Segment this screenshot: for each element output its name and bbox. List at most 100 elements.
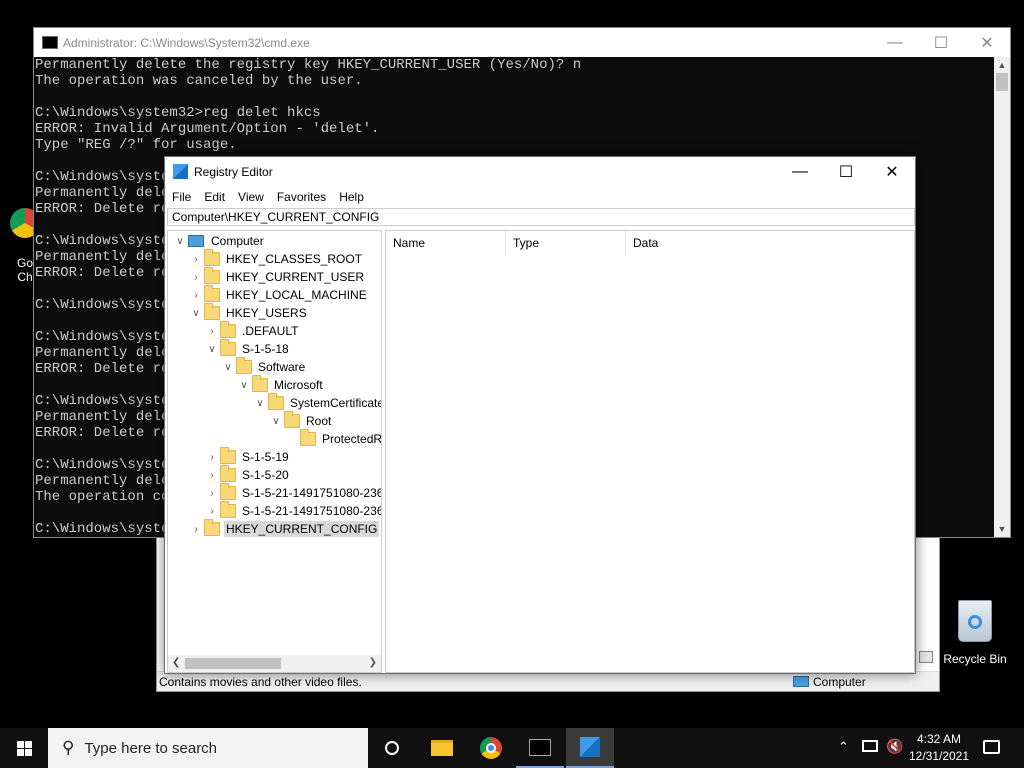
folder-icon [204, 519, 220, 536]
tree-node-label: Root [306, 414, 332, 428]
expanded-chevron-icon[interactable]: ∨ [188, 308, 204, 319]
tree-node[interactable]: ∨ Software [220, 357, 307, 376]
cmd-scrollbar[interactable]: ▲ ▼ [994, 57, 1010, 537]
tree-node[interactable]: ∨ HKEY_USERS [188, 303, 309, 322]
tree-node[interactable]: ∨ S-1-5-18 [204, 339, 291, 358]
folder-icon [220, 339, 236, 356]
menu-help[interactable]: Help [339, 190, 364, 204]
chevron-up-icon[interactable]: ⌃ [838, 739, 849, 755]
tree-node[interactable]: › .DEFAULT [204, 321, 300, 340]
collapsed-chevron-icon[interactable]: › [204, 326, 220, 337]
tree-node-label: HKEY_CURRENT_CONFIG [224, 521, 380, 537]
scroll-left-icon[interactable]: ❮ [172, 657, 180, 668]
tree-node-label: HKEY_CURRENT_USER [226, 270, 365, 284]
search-placeholder: Type here to search [84, 739, 218, 757]
chrome-icon [480, 737, 502, 759]
regedit-icon [173, 164, 188, 179]
regedit-maximize-button[interactable]: ☐ [823, 157, 869, 186]
tree-node[interactable]: › HKEY_CURRENT_USER [188, 267, 366, 286]
expanded-chevron-icon[interactable]: ∨ [204, 344, 220, 355]
expanded-chevron-icon[interactable]: ∨ [220, 362, 236, 373]
folder-icon [300, 429, 316, 446]
scroll-up-icon[interactable]: ▲ [994, 57, 1010, 73]
tree-node[interactable]: › HKEY_CLASSES_ROOT [188, 249, 364, 268]
collapsed-chevron-icon[interactable]: › [188, 524, 204, 535]
clock[interactable]: 4:32 AM 12/31/2021 [906, 731, 972, 765]
values-list-header: Name Type Data [386, 230, 914, 255]
recycle-bin-desktop-icon[interactable]: Recycle Bin [940, 600, 1010, 666]
tree-node[interactable]: › S-1-5-21-1491751080-2360 [204, 501, 381, 520]
taskbar-file-explorer[interactable] [418, 728, 466, 768]
tree-node[interactable]: › HKEY_CURRENT_CONFIG [188, 519, 380, 538]
address-bar[interactable]: Computer\HKEY_CURRENT_CONFIG [167, 208, 915, 226]
collapsed-chevron-icon[interactable]: › [204, 452, 220, 463]
expanded-chevron-icon[interactable]: ∨ [236, 380, 252, 391]
collapsed-chevron-icon[interactable]: › [188, 290, 204, 301]
regedit-close-button[interactable]: ✕ [869, 157, 915, 186]
regedit-minimize-button[interactable]: — [777, 157, 823, 186]
volume-muted-icon[interactable]: 🔇 [886, 738, 903, 755]
column-type[interactable]: Type [506, 230, 626, 255]
tree-node[interactable]: › S-1-5-21-1491751080-2360 [204, 483, 381, 502]
regedit-menubar: File Edit View Favorites Help [165, 186, 915, 208]
tree-hscrollbar[interactable]: ❮ ❯ [168, 655, 381, 672]
tree-node[interactable]: ProtectedRoots [284, 429, 381, 448]
menu-edit[interactable]: Edit [204, 190, 225, 204]
registry-editor-window[interactable]: Registry Editor — ☐ ✕ File Edit View Fav… [164, 156, 916, 674]
column-data[interactable]: Data [626, 231, 914, 255]
cmd-maximize-button[interactable]: ☐ [918, 28, 964, 57]
taskbar-cmd[interactable] [516, 728, 564, 768]
taskbar-regedit[interactable] [566, 728, 614, 768]
tree-hscroll-thumb[interactable] [185, 658, 281, 669]
task-view-icon [385, 741, 399, 755]
expanded-chevron-icon[interactable]: ∨ [172, 236, 188, 247]
taskbar-search-box[interactable]: ⚲ Type here to search [48, 728, 368, 768]
folder-icon [204, 249, 220, 266]
collapsed-chevron-icon[interactable]: › [204, 470, 220, 481]
file-explorer-icon [431, 740, 453, 756]
menu-file[interactable]: File [172, 190, 191, 204]
scroll-down-icon[interactable]: ▼ [994, 521, 1010, 537]
menu-favorites[interactable]: Favorites [277, 190, 326, 204]
notification-icon[interactable] [983, 740, 1000, 754]
tree-node[interactable]: ∨ Microsoft [236, 375, 325, 394]
tree-node-label: SystemCertificates [290, 396, 382, 410]
tree-node[interactable]: ∨ Root [268, 411, 333, 430]
tree-node[interactable]: ∨ Computer [172, 232, 266, 250]
tree-node[interactable]: ∨ SystemCertificates [252, 393, 382, 412]
cmd-titlebar[interactable]: Administrator: C:\Windows\System32\cmd.e… [34, 28, 1010, 57]
scroll-right-icon[interactable]: ❯ [369, 657, 377, 668]
cmd-line: Type "REG /?" for usage. [35, 137, 237, 153]
explorer-view-toggle[interactable] [919, 651, 933, 663]
column-name[interactable]: Name [386, 230, 506, 255]
registry-tree[interactable]: ∨ Computer › HKEY_CLASSES_ROOT › HKEY_CURRENT… [167, 230, 382, 673]
regedit-titlebar[interactable]: Registry Editor — ☐ ✕ [165, 157, 915, 186]
collapsed-chevron-icon[interactable]: › [188, 254, 204, 265]
expanded-chevron-icon[interactable]: ∨ [252, 398, 268, 409]
task-view-button[interactable] [368, 728, 416, 768]
folder-icon [220, 501, 236, 518]
network-icon[interactable] [862, 740, 878, 752]
taskbar: ⚲ Type here to search ⌃ 🔇 4:32 AM 12/31/… [0, 728, 1024, 768]
taskbar-chrome[interactable] [467, 728, 515, 768]
tree-node[interactable]: › HKEY_LOCAL_MACHINE [188, 285, 369, 304]
collapsed-chevron-icon[interactable]: › [204, 506, 220, 517]
start-button[interactable] [0, 728, 48, 768]
tree-node-label: S-1-5-18 [242, 342, 289, 356]
tree-node[interactable]: › S-1-5-20 [204, 465, 291, 484]
cmd-scroll-thumb[interactable] [996, 73, 1008, 91]
expanded-chevron-icon[interactable]: ∨ [268, 416, 284, 427]
folder-icon [204, 285, 220, 302]
folder-icon [220, 483, 236, 500]
collapsed-chevron-icon[interactable]: › [204, 488, 220, 499]
menu-view[interactable]: View [238, 190, 264, 204]
folder-icon [268, 393, 284, 410]
tree-node[interactable]: › S-1-5-19 [204, 447, 291, 466]
folder-icon [204, 303, 220, 320]
tree-node-label: S-1-5-20 [242, 468, 289, 482]
cmd-line: C:\Windows\system32>reg delet hkcs [35, 105, 321, 121]
cmd-minimize-button[interactable]: — [872, 28, 918, 57]
cmd-close-button[interactable]: ✕ [964, 28, 1010, 57]
collapsed-chevron-icon[interactable]: › [188, 272, 204, 283]
values-list[interactable]: Name Type Data [385, 230, 915, 673]
